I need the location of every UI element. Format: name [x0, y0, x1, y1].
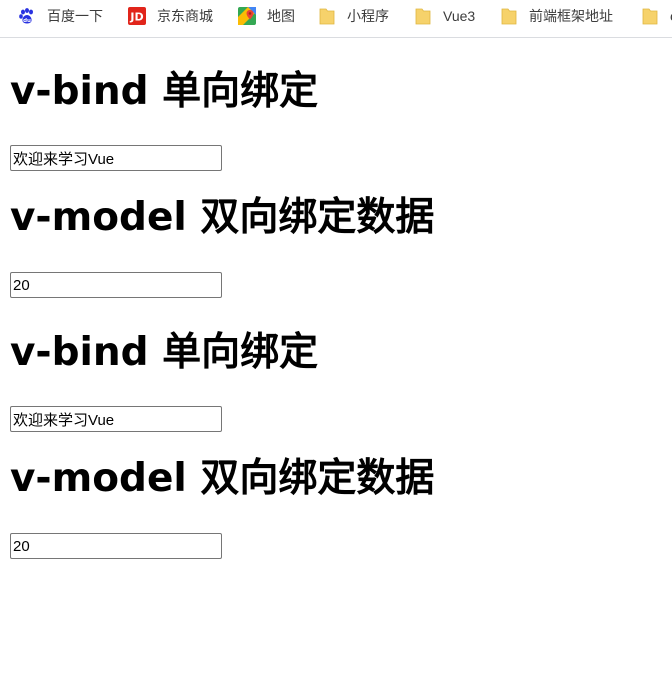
- bookmark-label: 京东商城: [157, 8, 213, 24]
- bookmark-folder-e[interactable]: e: [641, 4, 672, 28]
- folder-icon: [414, 7, 432, 25]
- bookmark-label: 小程序: [347, 8, 389, 24]
- jd-logo-icon: JD: [128, 7, 146, 25]
- bookmark-maps[interactable]: 地图: [238, 4, 295, 28]
- bookmark-jd[interactable]: JD 京东商城: [128, 4, 213, 28]
- svg-text:JD: JD: [129, 11, 143, 24]
- v-bind-input[interactable]: [10, 406, 222, 432]
- bookmark-label: 前端框架地址: [529, 8, 613, 24]
- v-bind-input[interactable]: [10, 145, 222, 171]
- v-model-input[interactable]: [10, 272, 222, 298]
- folder-icon: [500, 7, 518, 25]
- bookmark-label: Vue3: [443, 8, 476, 24]
- section-heading-v-model: v-model 双向绑定数据: [10, 456, 435, 501]
- svg-text:du: du: [23, 18, 31, 24]
- bookmark-folder-vue3[interactable]: Vue3: [414, 4, 475, 28]
- folder-icon: [318, 7, 336, 25]
- bookmark-folder-frontend[interactable]: 前端框架地址: [500, 4, 613, 28]
- maps-pin-icon: [238, 7, 256, 25]
- bookmarks-bar: du 百度一下 JD 京东商城 地图 小程序 Vue3 前端框架地址: [0, 0, 672, 38]
- baidu-paw-icon: du: [18, 7, 36, 25]
- bookmark-label: 地图: [267, 8, 295, 24]
- bookmark-baidu[interactable]: du 百度一下: [18, 4, 103, 28]
- section-heading-v-bind: v-bind 单向绑定: [10, 330, 319, 375]
- section-heading-v-bind: v-bind 单向绑定: [10, 69, 319, 114]
- v-model-input[interactable]: [10, 533, 222, 559]
- bookmark-folder-miniprogram[interactable]: 小程序: [318, 4, 389, 28]
- page-content: v-bind 单向绑定 v-model 双向绑定数据 v-bind 单向绑定 v…: [10, 38, 662, 559]
- section-heading-v-model: v-model 双向绑定数据: [10, 195, 435, 240]
- bookmark-label: 百度一下: [47, 8, 103, 24]
- folder-icon: [641, 7, 659, 25]
